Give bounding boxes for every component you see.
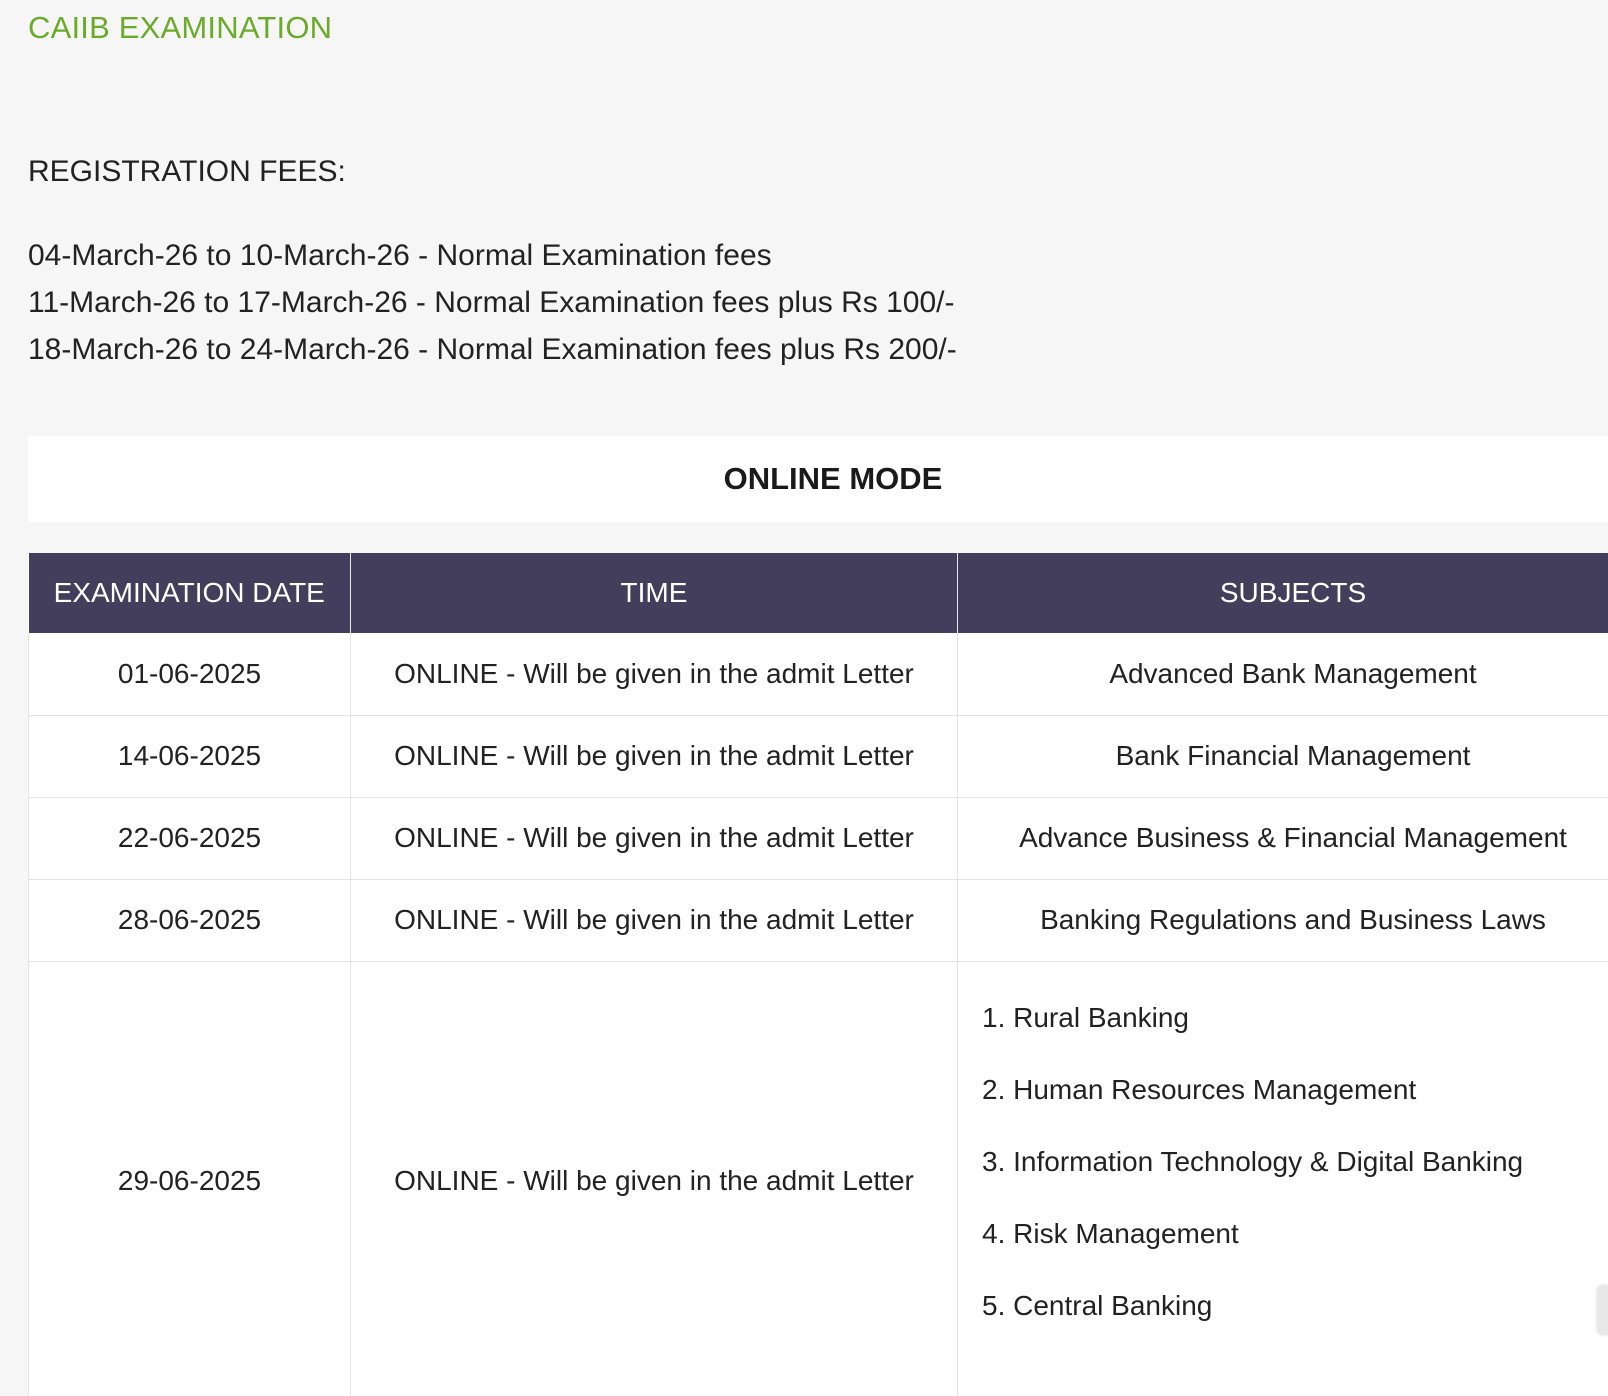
cell-time: ONLINE - Will be given in the admit Lett… [350, 797, 958, 880]
table-header-row: EXAMINATION DATE TIME SUBJECTS [28, 553, 1608, 633]
cell-time: ONLINE - Will be given in the admit Lett… [350, 715, 958, 798]
fee-item: 04-March-26 to 10-March-26 - Normal Exam… [28, 239, 772, 272]
scroll-handle[interactable] [1598, 1285, 1608, 1335]
fee-item: 18-March-26 to 24-March-26 - Normal Exam… [28, 333, 957, 366]
table-row: 01-06-2025 ONLINE - Will be given in the… [28, 633, 1608, 716]
cell-elective-subjects: 1. Rural Banking 2. Human Resources Mana… [957, 961, 1608, 1396]
header-exam-date: EXAMINATION DATE [28, 553, 351, 633]
exam-schedule-table: EXAMINATION DATE TIME SUBJECTS 01-06-202… [28, 553, 1608, 1396]
list-item: 5. Central Banking [982, 1289, 1213, 1321]
fee-item: 11-March-26 to 17-March-26 - Normal Exam… [28, 286, 955, 319]
list-item: 1. Rural Banking [982, 1001, 1190, 1033]
list-item: 2. Human Resources Management [982, 1073, 1417, 1105]
cell-date: 14-06-2025 [28, 715, 351, 798]
cell-date: 01-06-2025 [28, 633, 351, 716]
table-row: 28-06-2025 ONLINE - Will be given in the… [28, 879, 1608, 962]
cell-time: ONLINE - Will be given in the admit Lett… [350, 633, 958, 716]
cell-date: 28-06-2025 [28, 879, 351, 962]
cell-subject: Advanced Bank Management [957, 633, 1608, 716]
table-row-electives: 29-06-2025 ONLINE - Will be given in the… [28, 961, 1608, 1396]
cell-date: 29-06-2025 [28, 961, 351, 1396]
elective-subject-list: 1. Rural Banking 2. Human Resources Mana… [982, 976, 1608, 1336]
online-mode-banner: ONLINE MODE [28, 436, 1608, 522]
cell-subject: Bank Financial Management [957, 715, 1608, 798]
registration-fees-list: 04-March-26 to 10-March-26 - Normal Exam… [28, 232, 957, 373]
header-subjects: SUBJECTS [957, 553, 1608, 633]
page: CAIIB EXAMINATION REGISTRATION FEES: 04-… [0, 0, 1608, 1396]
list-item: 3. Information Technology & Digital Bank… [982, 1145, 1524, 1177]
cell-time: ONLINE - Will be given in the admit Lett… [350, 879, 958, 962]
table-row: 22-06-2025 ONLINE - Will be given in the… [28, 797, 1608, 880]
cell-subject: Banking Regulations and Business Laws [957, 879, 1608, 962]
list-item: 4. Risk Management [982, 1217, 1239, 1249]
registration-fees-heading: REGISTRATION FEES: [28, 155, 346, 188]
header-time: TIME [350, 553, 958, 633]
cell-date: 22-06-2025 [28, 797, 351, 880]
table-row: 14-06-2025 ONLINE - Will be given in the… [28, 715, 1608, 798]
cell-subject: Advance Business & Financial Management [957, 797, 1608, 880]
online-mode-label: ONLINE MODE [723, 461, 943, 496]
cell-time: ONLINE - Will be given in the admit Lett… [350, 961, 958, 1396]
exam-title: CAIIB EXAMINATION [28, 10, 333, 45]
